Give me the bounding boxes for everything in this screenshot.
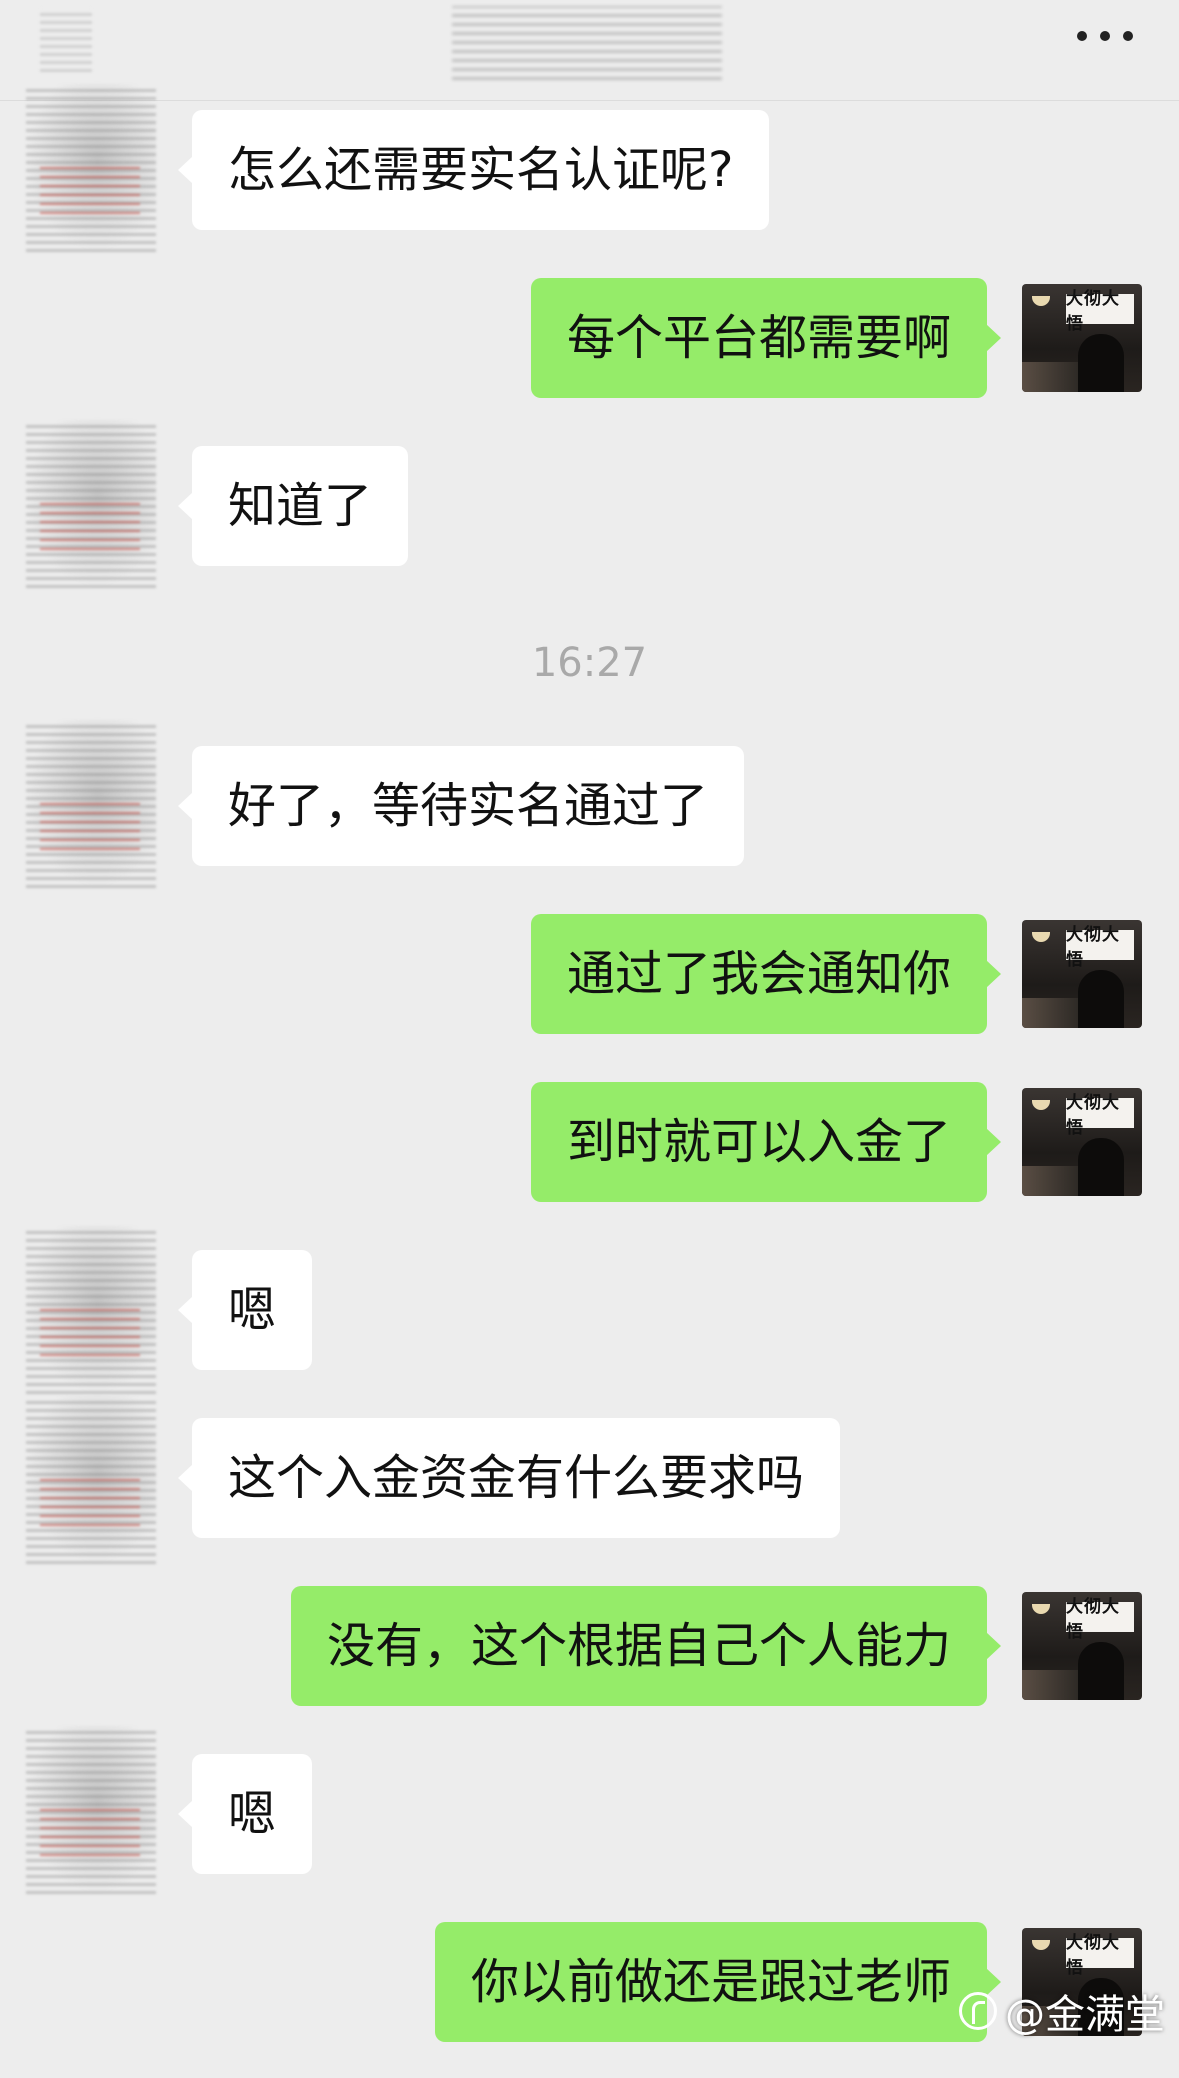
message-bubble-sent[interactable]: 每个平台都需要啊 — [530, 278, 1002, 398]
lamp-icon — [1032, 932, 1050, 942]
message-bubble-received[interactable]: 知道了 — [177, 446, 409, 566]
message-bubble-received[interactable]: 嗯 — [177, 1250, 313, 1370]
contact-avatar[interactable] — [26, 1396, 156, 1564]
my-avatar[interactable]: 大彻大悟 — [1022, 284, 1142, 392]
chat-header — [0, 0, 1179, 101]
lamp-icon — [1032, 1940, 1050, 1950]
my-avatar[interactable]: 大彻大悟 — [1022, 1592, 1142, 1700]
watermark: @金满堂 — [959, 1982, 1165, 2040]
lamp-icon — [1032, 1604, 1050, 1614]
avatar-sign: 大彻大悟 — [1066, 925, 1134, 970]
lamp-icon — [1032, 1100, 1050, 1110]
contact-avatar[interactable] — [26, 720, 156, 888]
contact-avatar[interactable] — [26, 84, 156, 252]
message-bubble-received[interactable]: 这个入金资金有什么要求吗 — [177, 1418, 841, 1538]
my-avatar[interactable]: 大彻大悟 — [1022, 920, 1142, 1028]
message-bubble-received[interactable]: 好了，等待实名通过了 — [177, 746, 745, 866]
message-bubble-sent[interactable]: 到时就可以入金了 — [530, 1082, 1002, 1202]
watermark-text: @金满堂 — [1005, 1992, 1165, 2038]
avatar-sign: 大彻大悟 — [1066, 289, 1134, 334]
message-bubble-received[interactable]: 怎么还需要实名认证呢? — [177, 110, 770, 230]
my-avatar[interactable]: 大彻大悟 — [1022, 1088, 1142, 1196]
lamp-icon — [1032, 296, 1050, 306]
message-bubble-sent[interactable]: 通过了我会通知你 — [530, 914, 1002, 1034]
chat-timestamp: 16:27 — [531, 640, 648, 686]
back-button-blurred[interactable] — [40, 8, 92, 72]
message-bubble-sent[interactable]: 你以前做还是跟过老师 — [434, 1922, 1002, 2042]
message-bubble-sent[interactable]: 没有，这个根据自己个人能力 — [290, 1586, 1002, 1706]
chat-title-blurred — [452, 6, 722, 80]
contact-avatar[interactable] — [26, 420, 156, 588]
avatar-sign: 大彻大悟 — [1066, 1093, 1134, 1138]
more-options-icon[interactable] — [1077, 30, 1133, 42]
avatar-sign: 大彻大悟 — [1066, 1933, 1134, 1978]
message-bubble-received[interactable]: 嗯 — [177, 1754, 313, 1874]
contact-avatar[interactable] — [26, 1726, 156, 1894]
avatar-sign: 大彻大悟 — [1066, 1597, 1134, 1642]
platform-logo-icon — [959, 1992, 997, 2030]
contact-avatar[interactable] — [26, 1226, 156, 1394]
